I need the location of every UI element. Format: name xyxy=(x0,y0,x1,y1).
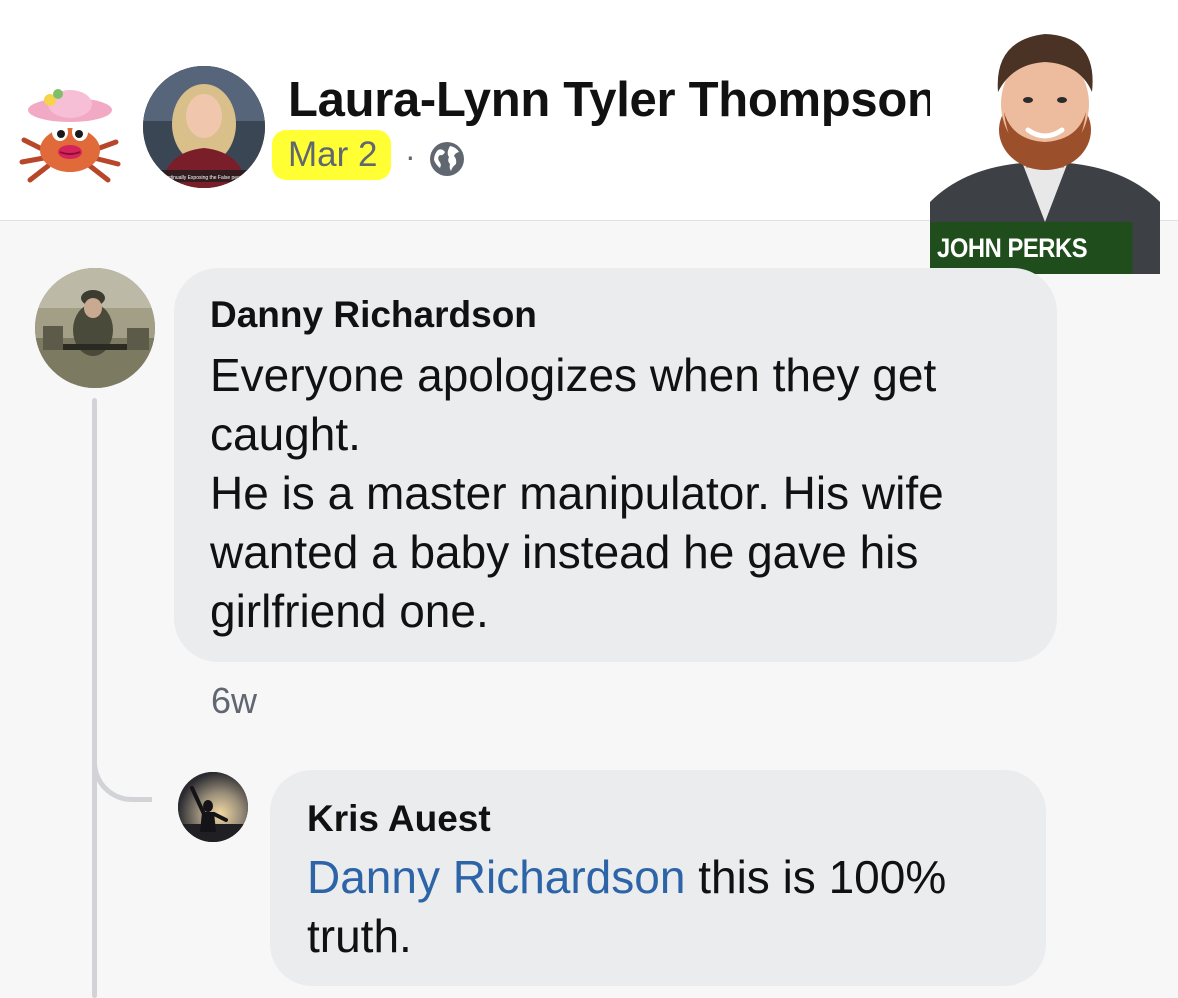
john-perks-photo: JOHN PERKS xyxy=(930,12,1160,274)
post-date[interactable]: Mar 2 xyxy=(272,130,392,180)
poster-avatar[interactable]: Continually Exposing the False people xyxy=(143,66,265,188)
comment-text: Everyone apologizes when they get caught… xyxy=(210,346,1040,641)
globe-icon xyxy=(430,142,464,176)
commenter-avatar-photo xyxy=(35,268,155,388)
comment-line: wanted a baby instead he gave his xyxy=(210,526,919,578)
reply-connector xyxy=(92,740,152,802)
john-perks-label: JOHN PERKS xyxy=(930,222,1133,274)
date-separator: · xyxy=(405,138,416,174)
svg-text:Continually Exposing the False: Continually Exposing the False people xyxy=(161,175,246,181)
reply-avatar[interactable] xyxy=(178,772,248,842)
comment-bubble: Danny Richardson Everyone apologizes whe… xyxy=(174,268,1057,662)
poster-avatar-photo: Continually Exposing the False people xyxy=(143,66,265,188)
mention-link[interactable]: Danny Richardson xyxy=(307,851,685,903)
comment-author[interactable]: Danny Richardson xyxy=(210,294,537,336)
comment-timestamp[interactable]: 6w xyxy=(211,680,257,722)
reply-text: Danny Richardson this is 100% truth. xyxy=(307,848,1027,966)
reply-bubble: Kris Auest Danny Richardson this is 100%… xyxy=(270,770,1046,986)
comment-line: Everyone apologizes when they get xyxy=(210,349,937,401)
comment-line: caught. xyxy=(210,408,361,460)
crab-sticker-icon xyxy=(19,89,121,183)
comment-line: girlfriend one. xyxy=(210,585,489,637)
reply-author[interactable]: Kris Auest xyxy=(307,798,491,840)
reply-avatar-photo xyxy=(178,772,248,842)
thread-line xyxy=(92,398,97,998)
poster-name[interactable]: Laura-Lynn Tyler Thompson xyxy=(288,72,937,128)
commenter-avatar[interactable] xyxy=(35,268,155,388)
comment-line: He is a master manipulator. His wife xyxy=(210,467,944,519)
